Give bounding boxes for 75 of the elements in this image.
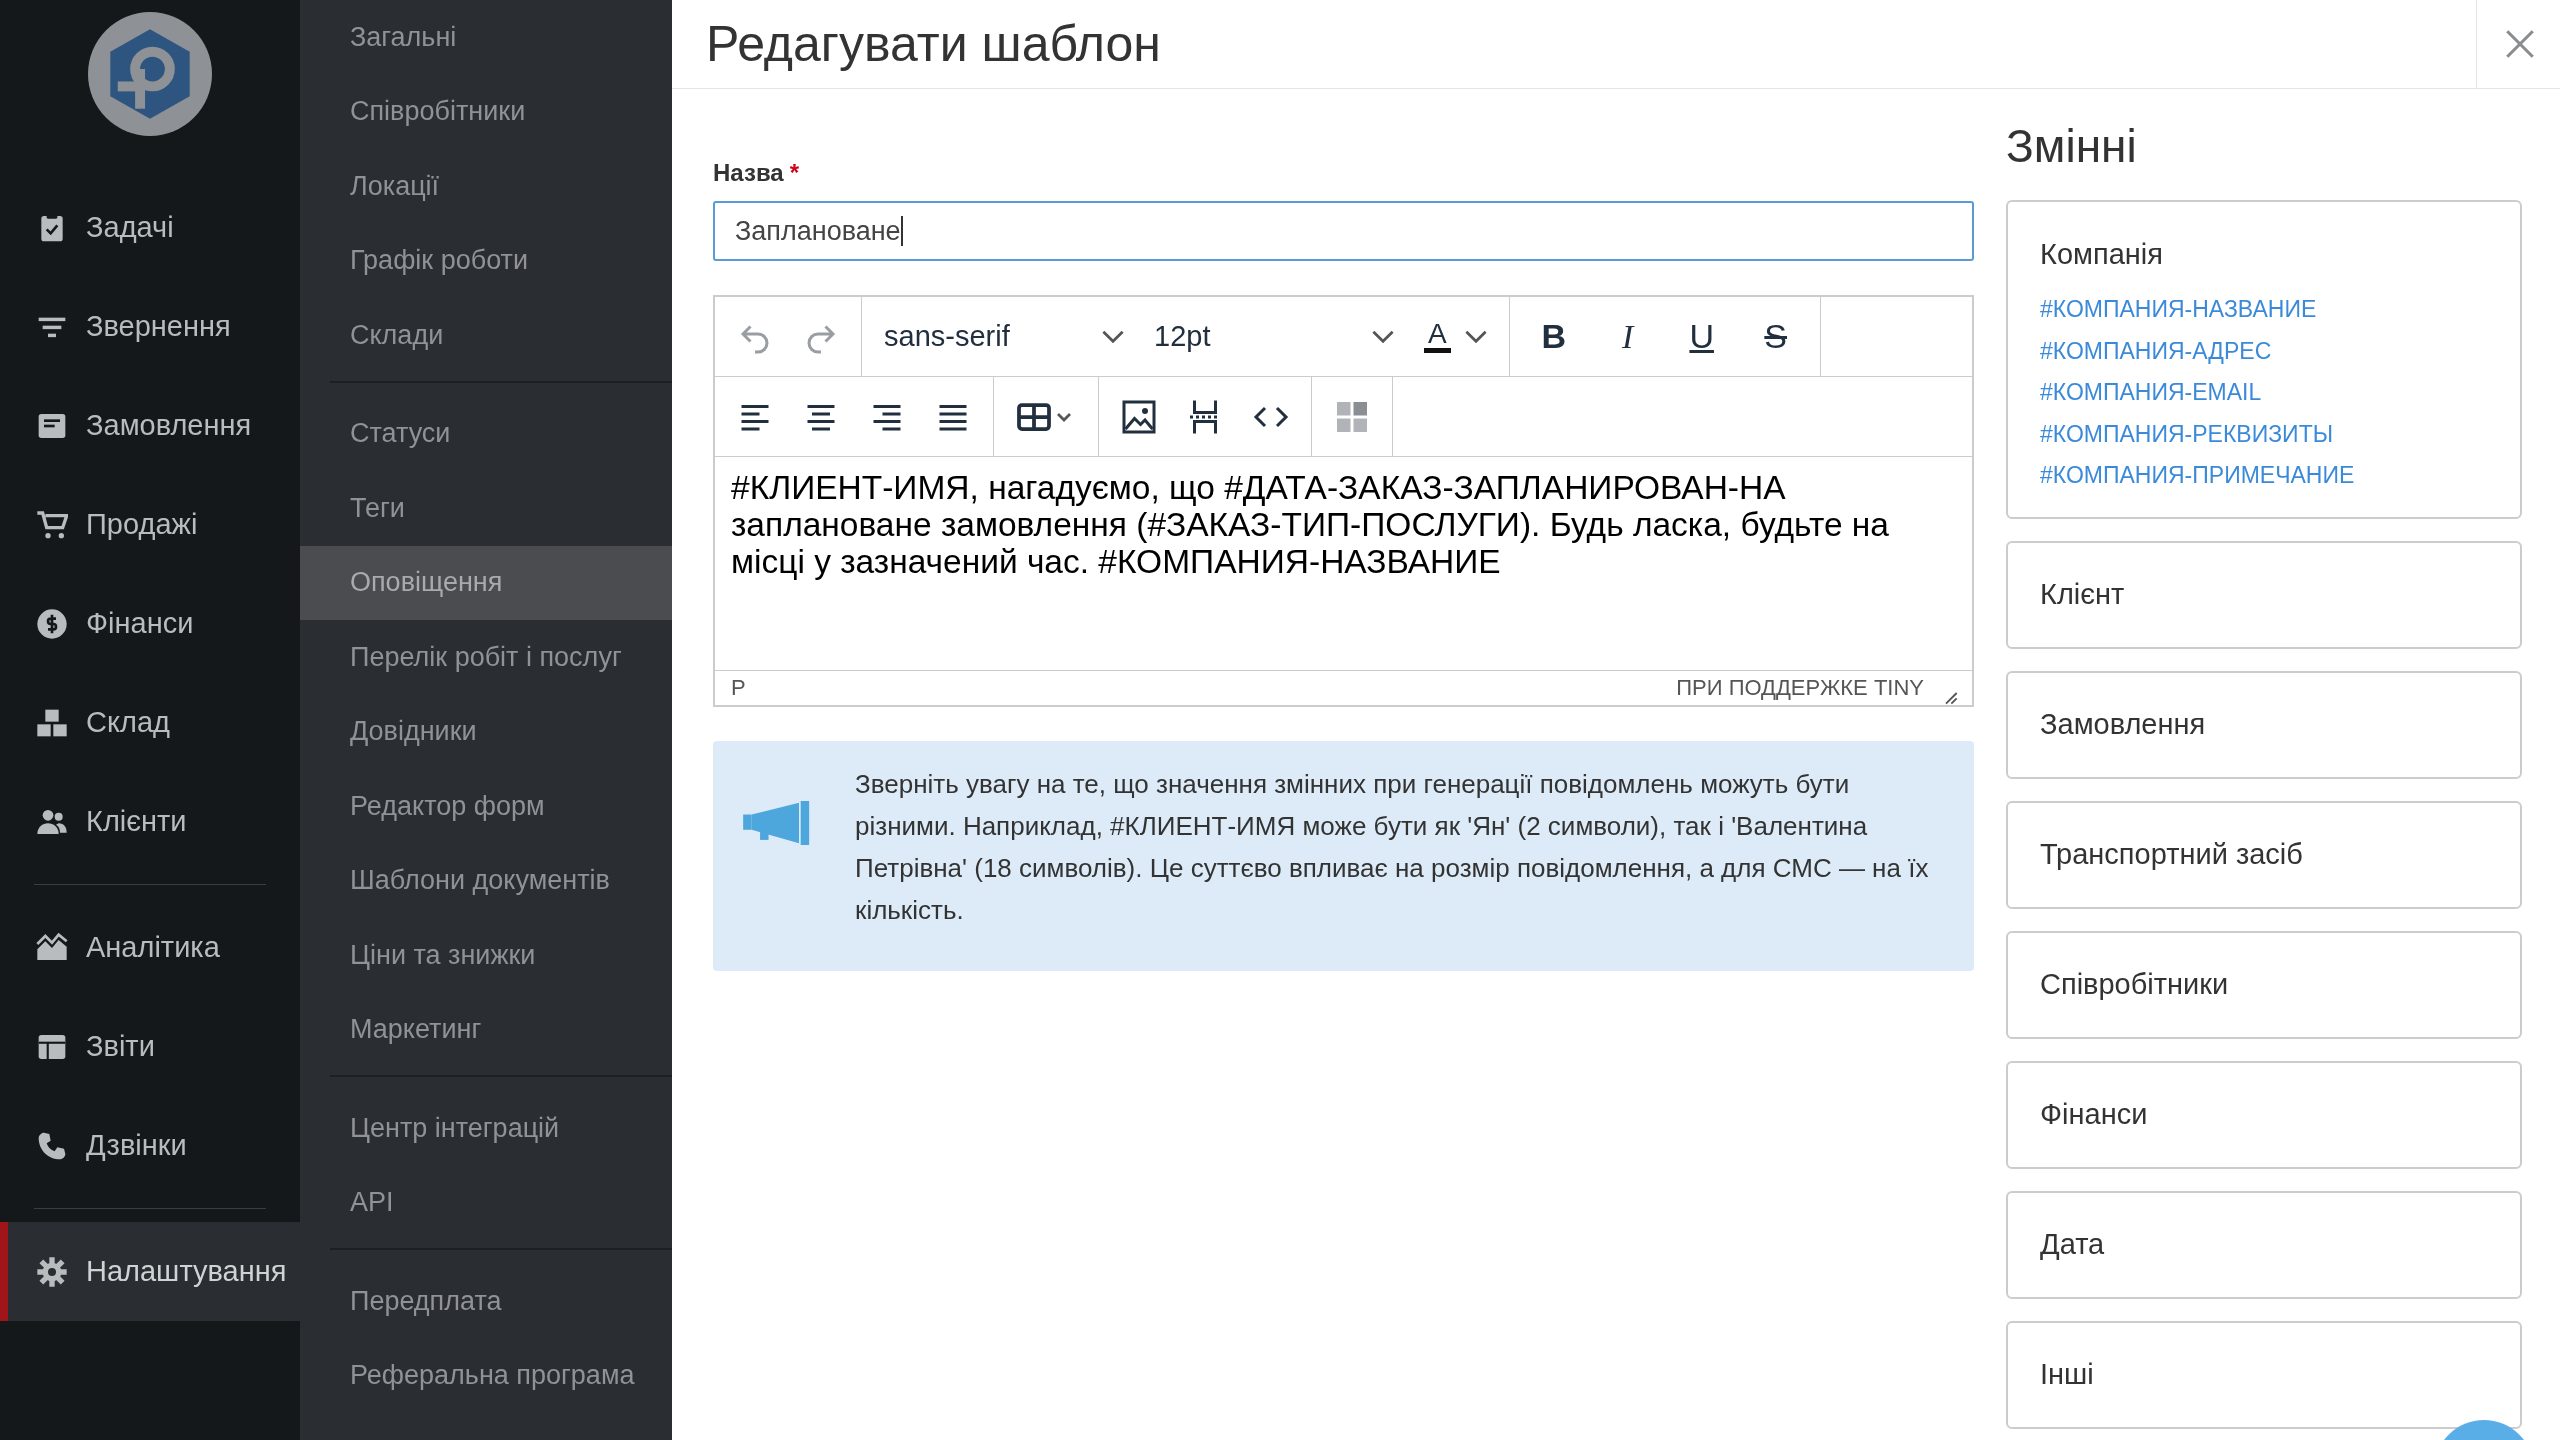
editor-branding: ПРИ ПОДДЕРЖКЕ TINY [1676,675,1924,701]
nav-item[interactable]: Клієнти [0,772,300,871]
variable-group-card[interactable]: Транспортний засіб [2006,800,2522,909]
notice-text: Зверніть увагу на те, що значення змінних при генерації повідомлень можуть бути різними. Наприклад, #КЛИЕНТ-ИМЯ може бути як 'Ян' (2 символи), так і 'Валентина Петрівна' (18 символів). Це суттєво впливає на розмір повідомлення, а для СМС — на їх кількість. [855,768,1930,927]
submenu-item[interactable]: Оповіщення [300,545,672,620]
variable-link[interactable]: #КОМПАНИЯ-РЕКВИЗИТЫ [2040,413,2488,455]
variable-group-title: Замовлення [2040,708,2207,741]
variable-link[interactable]: #КОМПАНИЯ-НАЗВАНИЕ [2040,289,2488,331]
submenu-item[interactable]: Довідники [300,694,672,769]
submenu-item[interactable]: Редактор форм [300,769,672,844]
nav-item[interactable]: Дзвінки [0,1096,300,1195]
variable-link[interactable]: #КОМПАНИЯ-ПРИМЕЧАНИЕ [2040,455,2488,497]
megaphone-icon [743,801,811,845]
variables-title: Змінні [2006,119,2138,173]
variable-group-card[interactable]: Замовлення [2006,670,2522,779]
variable-group-title: Компанія [2040,238,2164,271]
variable-group-title: Інші [2040,1358,2095,1391]
submenu-item[interactable]: Статуси [300,396,672,471]
font-family-dropdown[interactable]: sans-serif [884,320,1124,353]
required-mark: * [789,159,800,187]
submenu-item[interactable]: Центр інтеграцій [300,1091,672,1166]
image-icon[interactable] [1121,398,1157,435]
submenu-item[interactable]: Співробітники [300,74,672,149]
variable-group-title: Дата [2040,1228,2106,1261]
nav-item[interactable]: Продажі [0,475,300,574]
name-input-field[interactable]: Заплановане [713,201,1974,261]
cart-icon [36,508,68,541]
submenu-item[interactable]: Теги [300,471,672,546]
variable-group-card[interactable]: Фінанси [2006,1060,2522,1169]
chevron-down-icon [1102,330,1124,343]
variable-group-title: Клієнт [2040,578,2126,611]
nav-item[interactable]: Звіти [0,997,300,1096]
nav-item[interactable]: Задачі [0,178,300,277]
text-color-button[interactable]: A [1424,320,1487,353]
format-button[interactable]: U [1679,317,1724,356]
submenu-item[interactable]: Графік роботи [300,223,672,298]
submenu-item[interactable]: API [300,1165,672,1240]
field-label: Назва [713,159,784,187]
variable-link[interactable]: #КОМПАНИЯ-АДРЕС [2040,330,2488,372]
submenu-item[interactable]: Ціни та знижки [300,918,672,993]
variable-group-title: Транспортний засіб [2040,838,2304,871]
variable-group-title: Фінанси [2040,1098,2149,1131]
chevron-down-icon [1464,330,1487,343]
submenu-item[interactable]: Передплата [300,1264,672,1339]
submenu-item[interactable]: Перелік робіт і послуг [300,620,672,695]
element-path: P [731,675,746,701]
submenu-item[interactable]: Маркетинг [300,992,672,1067]
submenu-item[interactable]: Загальні [300,0,672,75]
submenu-item[interactable]: Шаблони документів [300,843,672,918]
variable-group-card[interactable]: Інші [2006,1320,2522,1429]
nav-item[interactable]: Замовлення [0,376,300,475]
font-size-dropdown[interactable]: 12pt [1154,320,1394,353]
format-button[interactable]: B [1531,317,1576,356]
nav-item[interactable]: Звернення [0,277,300,376]
format-button[interactable]: S [1753,317,1798,356]
dollar-circle-icon [36,607,68,640]
submenu-item[interactable]: Реферальна програма [300,1338,672,1413]
format-button[interactable]: I [1605,317,1650,356]
nav-item[interactable]: Налаштування [0,1222,300,1321]
nav-item[interactable]: Аналітика [0,898,300,997]
editor-text[interactable]: #КЛИЕНТ-ИМЯ, нагадуємо, що #ДАТА-ЗАКАЗ-ЗАПЛАНИРОВАН-НА заплановане замовлення (#ЗАКАЗ-ТИП-ПОСЛУГИ). Будь ласка, будьте на місці у зазначений час. #КОМПАНИЯ-НАЗВАНИЕ [715,457,1972,671]
logo-icon [88,12,212,136]
nav-item[interactable]: Фінанси [0,574,300,673]
submenu-item[interactable]: Локації [300,149,672,224]
chevron-down-icon [1372,330,1394,343]
variable-group-card[interactable]: Дата [2006,1190,2522,1299]
variable-group-card[interactable]: Співробітники [2006,930,2522,1039]
variable-link[interactable]: #КОМПАНИЯ-EMAIL [2040,372,2488,414]
settings-icon [36,1255,68,1288]
nav-item[interactable]: Склад [0,673,300,772]
page-title: Редагувати шаблон [706,15,1161,73]
submenu-item[interactable]: Склади [300,298,672,373]
variable-group-card[interactable]: Клієнт [2006,540,2522,649]
variable-group-title: Співробітники [2040,968,2230,1001]
variable-group-card[interactable]: Компанія #КОМПАНИЯ-НАЗВАНИЕ #КОМПАНИЯ-АДРЕС #КОМПАНИЯ-EMAIL #КОМПАНИЯ-РЕКВИЗИТЫ #КОМПАНИЯ-ПРИМЕЧАНИЕ [2006,200,2522,519]
